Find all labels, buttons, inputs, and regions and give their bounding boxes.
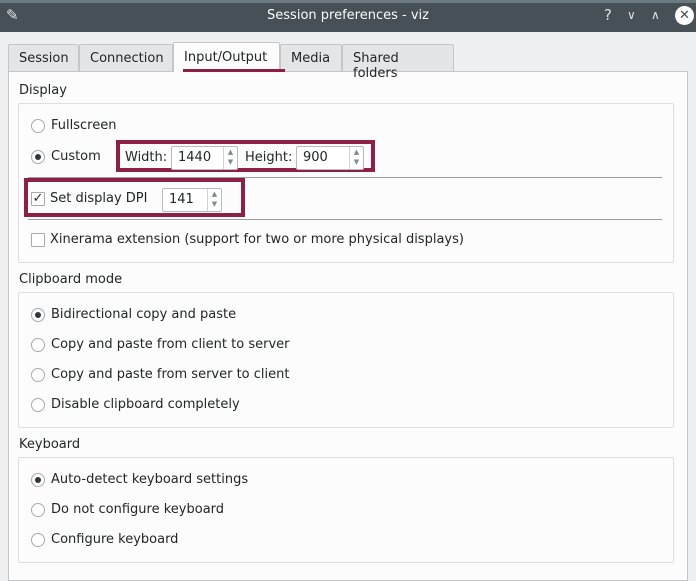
keyboard-option-label: Configure keyboard — [51, 532, 179, 547]
tab-label: Input/Output — [184, 50, 268, 65]
height-spinbox[interactable]: 900 ▲ ▼ — [296, 146, 364, 170]
keyboard-radio-configure[interactable] — [31, 533, 45, 547]
keyboard-radio-auto-detect[interactable] — [31, 473, 45, 487]
custom-radio[interactable] — [31, 150, 45, 164]
tab-label: Connection — [90, 51, 164, 66]
tab-session[interactable]: Session — [8, 44, 79, 71]
window-title: Session preferences - viz — [267, 8, 429, 23]
desktop-strip — [0, 0, 696, 3]
xinerama-label: Xinerama extension (support for two or m… — [50, 232, 464, 247]
help-icon[interactable]: ? — [604, 6, 612, 24]
keyboard-option-label: Do not configure keyboard — [51, 502, 225, 517]
spin-arrows-icon[interactable]: ▲ ▼ — [207, 189, 221, 211]
fullscreen-label: Fullscreen — [51, 118, 117, 133]
clipboard-option-label: Bidirectional copy and paste — [51, 307, 237, 322]
clipboard-radio-disable[interactable] — [31, 398, 45, 412]
clipboard-radio-server-to-client[interactable] — [31, 368, 45, 382]
clipboard-option-label: Disable clipboard completely — [51, 397, 240, 412]
maximize-icon[interactable]: ∧ — [651, 8, 660, 22]
dpi-checkbox[interactable]: ✓ — [31, 192, 45, 206]
custom-label: Custom — [51, 149, 101, 164]
fullscreen-radio[interactable] — [31, 119, 45, 133]
width-spinbox[interactable]: 1440 ▲ ▼ — [171, 146, 238, 170]
keyboard-option-label: Auto-detect keyboard settings — [51, 472, 249, 487]
tab-label: Session — [19, 51, 69, 66]
height-value: 900 — [303, 150, 328, 165]
spin-arrows-icon[interactable]: ▲ ▼ — [223, 147, 237, 169]
clipboard-option-label: Copy and paste from server to client — [51, 367, 290, 382]
height-label: Height: — [245, 150, 293, 165]
dpi-spinbox[interactable]: 141 ▲ ▼ — [162, 188, 222, 212]
clipboard-group-label: Clipboard mode — [19, 272, 123, 287]
close-icon[interactable]: ✕ — [675, 6, 694, 25]
clipboard-radio-bidirectional[interactable] — [31, 308, 45, 322]
dpi-label: Set display DPI — [50, 191, 148, 206]
separator — [28, 219, 662, 220]
minimize-icon[interactable]: ∨ — [627, 8, 636, 22]
tab-label: Shared folders — [353, 51, 399, 81]
tab-connection[interactable]: Connection — [79, 44, 173, 71]
clipboard-option-label: Copy and paste from client to server — [51, 337, 290, 352]
active-tab-highlight — [183, 69, 285, 72]
width-value: 1440 — [178, 150, 212, 165]
tab-media[interactable]: Media — [280, 44, 342, 71]
xinerama-checkbox[interactable] — [31, 233, 45, 247]
tab-input-output[interactable]: Input/Output — [173, 42, 280, 72]
tab-shared-folders[interactable]: Shared folders — [342, 44, 454, 81]
tab-label: Media — [291, 51, 331, 66]
keyboard-group-label: Keyboard — [19, 437, 81, 452]
width-label: Width: — [125, 150, 168, 165]
clipboard-radio-client-to-server[interactable] — [31, 338, 45, 352]
keyboard-radio-do-not-configure[interactable] — [31, 503, 45, 517]
display-group-label: Display — [19, 83, 67, 98]
title-bar: ✎ Session preferences - viz ? ∨ ∧ ✕ — [0, 0, 696, 32]
spin-arrows-icon[interactable]: ▲ ▼ — [349, 147, 363, 169]
dpi-value: 141 — [169, 192, 194, 207]
